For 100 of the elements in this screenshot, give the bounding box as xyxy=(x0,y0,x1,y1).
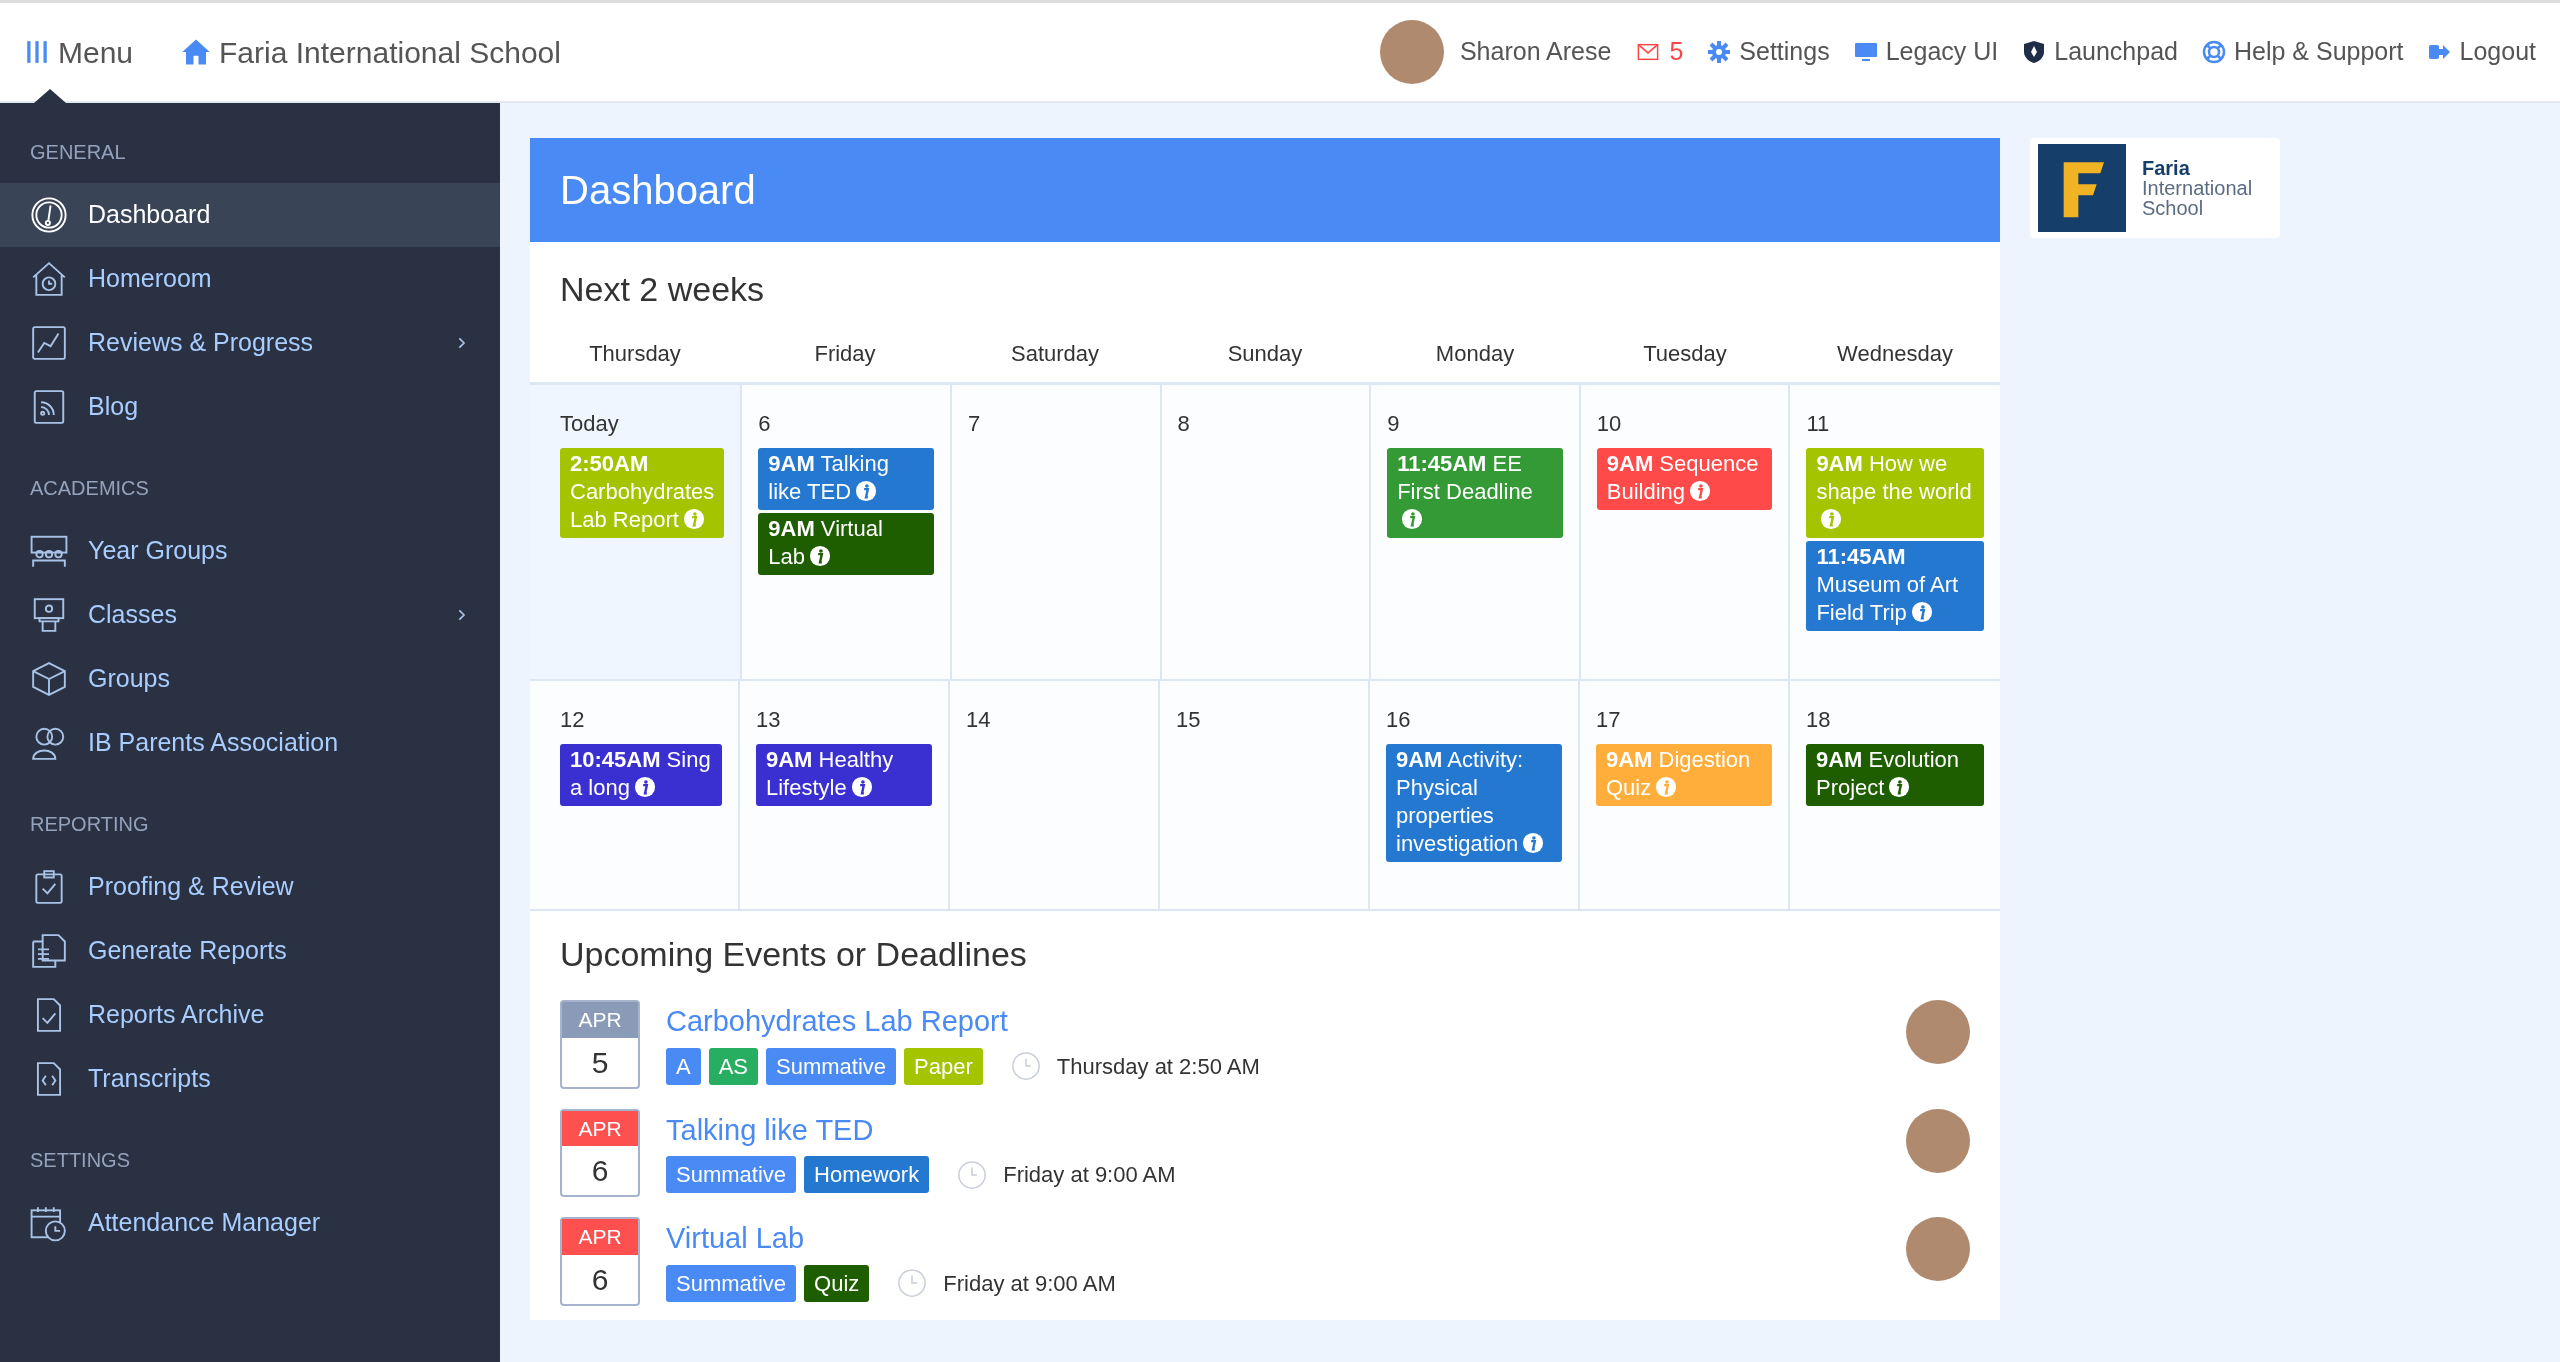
sidebar-item[interactable]: Reviews & Progress xyxy=(0,311,500,375)
event-time: Thursday at 2:50 AM xyxy=(1056,1052,1260,1081)
house-clock-icon xyxy=(30,260,68,298)
calendar-event[interactable]: 11:45AM EE First Deadline xyxy=(1387,448,1563,538)
weekday-label: Tuesday xyxy=(1642,340,1728,368)
home-icon xyxy=(181,37,212,67)
day-number: 7 xyxy=(967,410,981,438)
month-label: APR xyxy=(562,1219,638,1255)
event-time: Friday at 9:00 AM xyxy=(1003,1161,1176,1189)
calendar-event[interactable]: 9AM Talking like TED xyxy=(758,448,934,510)
tag: Quiz xyxy=(804,1264,870,1302)
calendar-event[interactable]: 10:45AM Sing a long xyxy=(560,744,722,806)
section-heading: SETTINGS xyxy=(29,1148,131,1173)
shield-rocket-icon xyxy=(2022,40,2047,64)
day-label: 6 xyxy=(590,1153,610,1189)
day-number: 10 xyxy=(1596,410,1622,438)
tag: Summative xyxy=(666,1156,797,1193)
section-heading: GENERAL xyxy=(29,140,127,165)
info-icon xyxy=(682,508,705,530)
sidebar-item[interactable]: Generate Reports xyxy=(0,919,500,983)
gear-icon xyxy=(1707,40,1732,64)
day-number: 12 xyxy=(560,706,585,734)
monitor-icon xyxy=(1853,40,1878,64)
weekday-label: Wednesday xyxy=(1836,340,1954,368)
info-icon xyxy=(1522,832,1545,854)
day-number: 18 xyxy=(1806,706,1831,734)
gauge-icon xyxy=(30,196,68,234)
day-number: 13 xyxy=(756,706,781,734)
logo-text: Faria xyxy=(2142,158,2191,178)
tag: Summative xyxy=(666,1264,797,1302)
day-number: 17 xyxy=(1596,706,1621,734)
tag: A xyxy=(666,1047,701,1085)
school-link[interactable]: Faria International School xyxy=(181,29,561,75)
calendar-event[interactable]: 11:45AM Museum of Art Field Trip xyxy=(1806,541,1984,631)
nav-link[interactable]: Help & Support xyxy=(2202,33,2404,71)
month-label: APR xyxy=(562,1110,638,1146)
documents-icon xyxy=(30,932,68,970)
sidebar-item[interactable]: Attendance Manager xyxy=(0,1191,500,1255)
clock-icon xyxy=(957,1159,988,1190)
sidebar-item[interactable]: IB Parents Association xyxy=(0,711,500,775)
day-number: 9 xyxy=(1387,410,1400,438)
calendar-event[interactable]: 9AM Activity: Physical properties investigation xyxy=(1386,744,1562,862)
section-heading: REPORTING xyxy=(29,812,150,837)
sidebar-item[interactable]: Homeroom xyxy=(0,247,500,311)
nav-link[interactable]: Launchpad xyxy=(2022,33,2178,71)
calendar-clock-icon xyxy=(30,1204,68,1242)
calendar-event[interactable]: 9AM Healthy Lifestyle xyxy=(756,744,932,806)
tag: Paper xyxy=(904,1047,983,1085)
info-icon xyxy=(1888,776,1911,798)
weekday-label: Saturday xyxy=(1009,340,1101,368)
sidebar-item[interactable]: Classes xyxy=(0,583,500,647)
info-icon xyxy=(1910,601,1933,623)
day-label: 6 xyxy=(590,1261,610,1298)
clock-icon xyxy=(1010,1051,1041,1081)
sidebar-item[interactable]: Dashboard xyxy=(0,183,500,247)
day-number: Today xyxy=(560,410,619,438)
sidebar-item[interactable]: Transcripts xyxy=(0,1047,500,1111)
day-number: 11 xyxy=(1806,410,1830,438)
cube-icon xyxy=(30,660,68,698)
weekday-label: Friday xyxy=(813,340,877,368)
calendar-event[interactable]: 9AM Evolution Project xyxy=(1806,744,1984,806)
section-title: Upcoming Events or Deadlines xyxy=(559,934,1028,975)
info-icon xyxy=(1655,776,1678,798)
menu-button[interactable]: Menu xyxy=(24,29,134,75)
weekday-label: Sunday xyxy=(1226,340,1304,368)
user-menu[interactable]: Sharon Arese xyxy=(1379,20,1612,84)
info-icon xyxy=(850,776,873,798)
day-number: 14 xyxy=(966,706,991,734)
line-chart-icon xyxy=(30,324,68,362)
info-icon xyxy=(1689,480,1712,502)
month-label: APR xyxy=(562,1002,638,1038)
day-number: 15 xyxy=(1176,706,1201,734)
sidebar-item[interactable]: Proofing & Review xyxy=(0,855,500,919)
weekday-label: Thursday xyxy=(588,340,682,368)
info-icon xyxy=(633,776,656,798)
day-number: 8 xyxy=(1177,410,1190,438)
tag: Homework xyxy=(804,1156,930,1193)
info-icon xyxy=(855,480,878,502)
sidebar-item[interactable]: Groups xyxy=(0,647,500,711)
nav-link[interactable]: Settings xyxy=(1707,33,1830,71)
letter-logo-icon xyxy=(2038,144,2126,232)
calendar-event[interactable]: 9AM Virtual Lab xyxy=(758,513,934,575)
weekday-label: Monday xyxy=(1434,340,1516,368)
sidebar-item[interactable]: Reports Archive xyxy=(0,983,500,1047)
event-time: Friday at 9:00 AM xyxy=(943,1269,1116,1298)
clock-icon xyxy=(897,1268,928,1298)
nav-link[interactable]: Legacy UI xyxy=(1853,33,1999,71)
tag: Summative xyxy=(766,1047,897,1085)
day-number: 6 xyxy=(758,410,771,438)
day-number: 16 xyxy=(1386,706,1411,734)
sidebar-item[interactable]: Year Groups xyxy=(0,519,500,583)
sidebar-item[interactable]: Blog xyxy=(0,375,500,439)
info-icon xyxy=(1820,508,1843,530)
lifebuoy-icon xyxy=(2202,40,2226,64)
section-title: Next 2 weeks xyxy=(559,269,766,310)
nav-link[interactable]: Logout xyxy=(2427,33,2536,71)
info-icon xyxy=(1401,508,1424,530)
tag: AS xyxy=(708,1047,759,1085)
dashboard-header: Dashboard xyxy=(530,138,2000,242)
day-label: 5 xyxy=(590,1044,610,1081)
